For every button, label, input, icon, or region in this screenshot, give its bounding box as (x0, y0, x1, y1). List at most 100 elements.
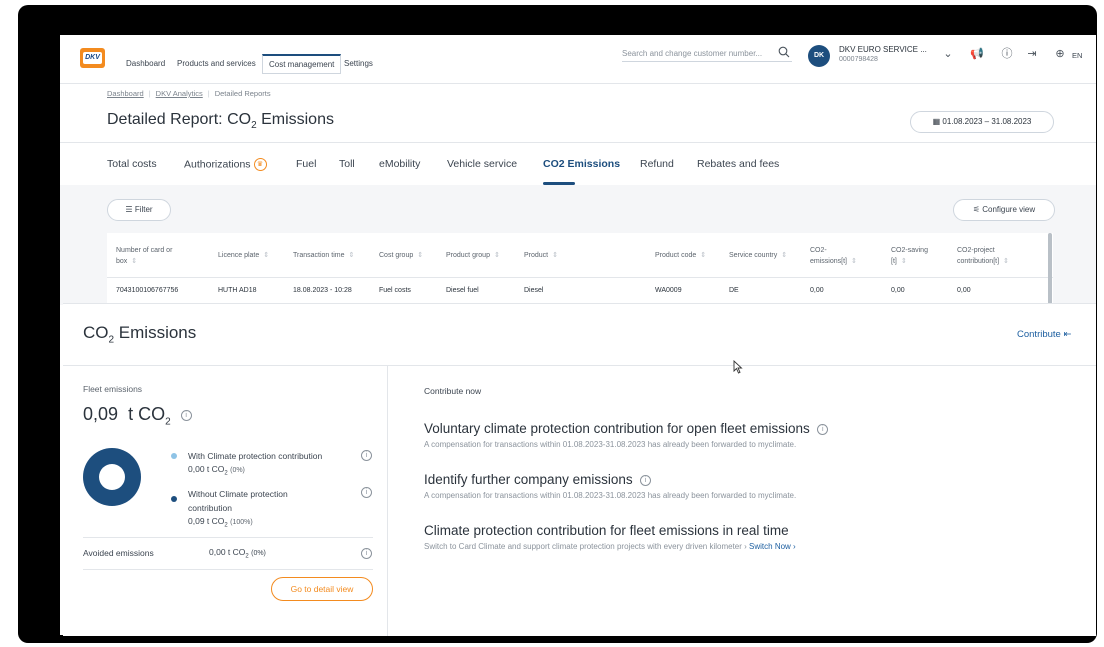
info-icon[interactable]: i (180, 409, 192, 421)
search-icon[interactable] (778, 46, 790, 58)
cell-card-number: 7043100106767756 (116, 287, 179, 294)
th-transaction-time[interactable]: Transaction time ⇕ (293, 250, 354, 261)
legend-without-value: 0,09 t CO2 (100%) (188, 516, 253, 529)
fleet-emissions-label: Fleet emissions (83, 384, 143, 394)
configure-view-button[interactable]: ⚟ Configure view (953, 199, 1055, 221)
go-to-detail-view-button[interactable]: Go to detail view (271, 577, 373, 601)
section-sub-real-time: Switch to Card Climate and support clima… (424, 542, 796, 551)
section-title-company-emissions: Identify further company emissions i (424, 472, 652, 487)
breadcrumb-dashboard[interactable]: Dashboard (107, 89, 144, 98)
nav-dashboard[interactable]: Dashboard (126, 59, 165, 68)
contribute-link[interactable]: Contribute ⇤ (1017, 329, 1071, 340)
date-range-picker[interactable]: ▦ 01.08.2023 – 31.08.2023 (910, 111, 1054, 133)
nav-cost-management[interactable]: Cost management (262, 54, 342, 74)
legend-dot-without (171, 496, 177, 502)
tab-co2-emissions[interactable]: CO2 Emissions (543, 158, 620, 170)
avatar[interactable]: DK (808, 45, 830, 67)
cell-product-code: WA0009 (655, 287, 682, 294)
divider (63, 365, 1096, 366)
contribute-now-label: Contribute now (424, 386, 482, 396)
th-product-code[interactable]: Product code ⇕ (655, 250, 706, 261)
legend-dot-with (171, 453, 177, 459)
avoided-emissions-label: Avoided emissions (83, 548, 154, 558)
th-card-number[interactable]: Number of card or box ⇕ (116, 245, 186, 267)
section-title-open-emissions: Voluntary climate protection contributio… (424, 421, 829, 436)
customer-search-input[interactable]: Search and change customer number... (622, 49, 792, 62)
video-frame: DKV Dashboard Products and services Cost… (18, 5, 1097, 643)
tab-refund[interactable]: Refund (640, 158, 674, 170)
cell-co2-saving: 0,00 (891, 287, 905, 294)
nav-products-and-services[interactable]: Products and services (177, 59, 256, 68)
section-sub-open-emissions: A compensation for transactions within 0… (424, 440, 797, 449)
fleet-emissions-value: 0,09 t CO2 i (83, 404, 192, 428)
page-title: Detailed Report: CO2 Emissions (107, 111, 334, 132)
co2-emissions-panel: CO2 Emissions Contribute ⇤ Fleet emissio… (63, 303, 1096, 636)
nav-settings[interactable]: Settings (344, 59, 373, 68)
report-tabs: Total costs Authorizations ♛ Fuel Toll eM… (60, 142, 1096, 186)
th-service-country[interactable]: Service country ⇕ (729, 250, 787, 261)
filter-button[interactable]: ☰ Filter (107, 199, 171, 221)
megaphone-icon[interactable]: 📢 (970, 47, 984, 61)
th-cost-group[interactable]: Cost group ⇕ (379, 250, 423, 261)
tab-vehicle-service[interactable]: Vehicle service (447, 158, 517, 170)
top-nav: DKV Dashboard Products and services Cost… (60, 35, 1096, 84)
tab-toll[interactable]: Toll (339, 158, 355, 170)
report-table-area: ☰ Filter ⚟ Configure view Number of card… (60, 185, 1096, 305)
section-title-real-time: Climate protection contribution for flee… (424, 523, 789, 538)
info-icon[interactable]: i (361, 548, 372, 559)
tab-total-costs[interactable]: Total costs (107, 158, 157, 170)
cell-product: Diesel (524, 287, 544, 294)
chevron-down-icon[interactable]: ⌄ (941, 47, 955, 61)
divider (83, 569, 373, 570)
divider (83, 537, 373, 538)
th-co2-emissions[interactable]: CO2-emissions[t] ⇕ (810, 245, 870, 267)
mouse-cursor-icon (733, 360, 743, 374)
th-co2-saving[interactable]: CO2-saving [t] ⇕ (891, 245, 936, 267)
info-icon[interactable]: i (640, 474, 652, 486)
info-icon[interactable]: i (361, 450, 372, 461)
cell-licence-plate: HUTH AD18 (218, 287, 257, 294)
breadcrumb-dkv-analytics[interactable]: DKV Analytics (156, 89, 203, 98)
tab-emobility[interactable]: eMobility (379, 158, 420, 170)
cell-cost-group: Fuel costs (379, 287, 411, 294)
tab-fuel[interactable]: Fuel (296, 158, 316, 170)
globe-icon[interactable]: ⊕ (1053, 47, 1067, 61)
info-icon[interactable]: i (361, 487, 372, 498)
sliders-icon: ⚟ (972, 205, 983, 214)
th-licence-plate[interactable]: Licence plate ⇕ (218, 250, 269, 261)
legend-with-label: With Climate protection contribution (188, 451, 323, 461)
table-row[interactable]: 7043100106767756 HUTH AD18 18.08.2023 - … (107, 278, 1053, 305)
account-name[interactable]: DKV EURO SERVICE ... (839, 45, 927, 54)
breadcrumb: Dashboard | DKV Analytics | Detailed Reports (107, 89, 271, 98)
tab-rebates-and-fees[interactable]: Rebates and fees (697, 158, 779, 170)
legend-with-value: 0,00 t CO2 (0%) (188, 464, 245, 477)
logout-icon[interactable]: ⇥ (1025, 47, 1039, 61)
calendar-icon: ▦ (932, 117, 943, 126)
breadcrumb-detailed-reports: Detailed Reports (214, 89, 271, 98)
arrow-left-icon: ⇤ (1063, 329, 1072, 340)
cell-co2-emissions: 0,00 (810, 287, 824, 294)
th-product[interactable]: Product ⇕ (524, 250, 558, 261)
table-header: Number of card or box ⇕ Licence plate ⇕ Tr… (107, 233, 1053, 278)
th-product-group[interactable]: Product group ⇕ (446, 250, 500, 261)
dkv-logo[interactable]: DKV (80, 48, 105, 68)
cell-product-group: Diesel fuel (446, 287, 479, 294)
help-icon[interactable]: ⓘ (1000, 47, 1014, 61)
th-co2-project-contribution[interactable]: CO2-project contribution[t] ⇕ (957, 245, 1037, 267)
language-label[interactable]: EN (1072, 51, 1082, 60)
info-icon[interactable]: i (817, 423, 829, 435)
panel-title: CO2 Emissions (83, 323, 197, 346)
emissions-donut-chart (83, 448, 141, 506)
account-number: 0000798428 (839, 56, 878, 63)
switch-now-link[interactable]: Switch Now › (749, 542, 796, 551)
section-sub-company-emissions: A compensation for transactions within 0… (424, 491, 797, 500)
tab-authorizations[interactable]: Authorizations ♛ (184, 158, 267, 171)
cell-transaction-time: 18.08.2023 - 10:28 (293, 287, 352, 294)
table-scrollbar[interactable] (1048, 233, 1052, 305)
legend-without-label: Without Climate protection contribution (188, 489, 288, 513)
cell-service-country: DE (729, 287, 739, 294)
divider (387, 366, 388, 636)
filter-icon: ☰ (125, 205, 135, 214)
cell-co2-project-contribution: 0,00 (957, 287, 971, 294)
avoided-emissions-value: 0,00 t CO2 (0%) (209, 547, 266, 560)
